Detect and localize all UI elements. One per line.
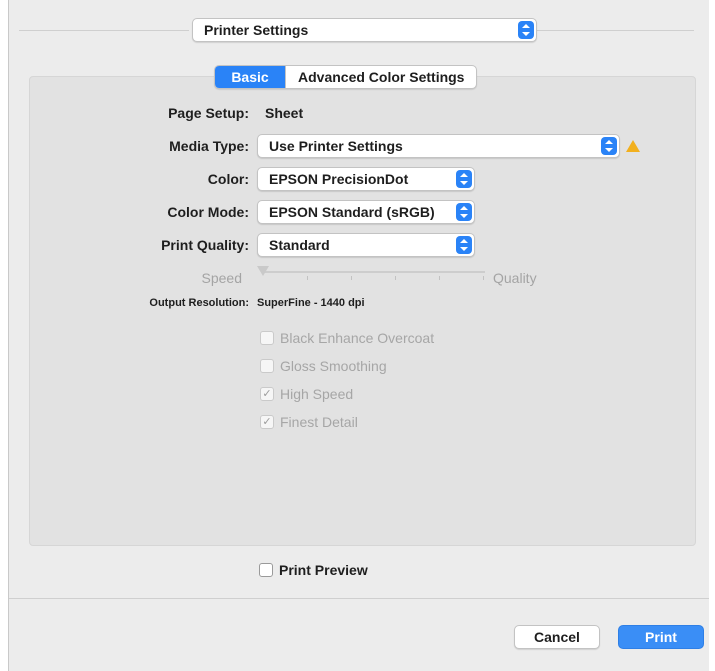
print-quality-value: Standard [269,237,330,253]
gloss-smoothing-checkbox[interactable]: Gloss Smoothing [260,358,387,374]
color-mode-label: Color Mode: [167,204,249,220]
tab-advanced-color-settings[interactable]: Advanced Color Settings [285,66,476,88]
checkbox-box [260,359,274,373]
media-type-popup[interactable]: Use Printer Settings [257,134,620,158]
checkbox-box [259,563,273,577]
checkbox-label: Finest Detail [280,414,358,430]
color-value: EPSON PrecisionDot [269,171,409,187]
color-label: Color: [207,171,249,187]
slider-tick [351,276,352,280]
page-setup-label: Page Setup: [168,105,249,121]
tab-basic[interactable]: Basic [215,66,285,88]
slider-tick [395,276,396,280]
color-popup[interactable]: EPSON PrecisionDot [257,167,475,191]
print-dialog: Printer Settings Basic Advanced Color Se… [8,0,709,671]
print-quality-label: Print Quality: [161,237,249,253]
color-mode-popup[interactable]: EPSON Standard (sRGB) [257,200,475,224]
popup-arrows-icon [456,203,472,221]
warning-triangle-icon [626,140,640,152]
page-setup-value: Sheet [265,105,304,121]
checkbox-label: Gloss Smoothing [280,358,387,374]
slider-thumb[interactable] [257,266,269,276]
printer-settings-label: Printer Settings [204,22,309,38]
finest-detail-checkbox[interactable]: ✓ Finest Detail [260,414,358,430]
print-quality-popup[interactable]: Standard [257,233,475,257]
popup-arrows-icon [456,236,472,254]
popup-arrows-icon [456,170,472,188]
bottom-separator [9,598,709,599]
top-separator-left [19,30,189,31]
slider-tick [483,276,484,280]
checkbox-label: High Speed [280,386,354,402]
media-type-value: Use Printer Settings [269,138,403,154]
quality-label: Quality [493,270,537,286]
color-mode-value: EPSON Standard (sRGB) [269,204,435,220]
top-separator-right [534,30,694,31]
slider-tick [439,276,440,280]
print-preview-label: Print Preview [279,562,368,578]
checkmark-icon: ✓ [260,415,274,429]
checkmark-icon: ✓ [260,387,274,401]
cancel-button[interactable]: Cancel [514,625,600,649]
checkbox-box [260,331,274,345]
high-speed-checkbox[interactable]: ✓ High Speed [260,386,353,402]
print-preview-checkbox[interactable]: Print Preview [259,562,368,578]
print-button[interactable]: Print [618,625,704,649]
black-enhance-overcoat-checkbox[interactable]: Black Enhance Overcoat [260,330,434,346]
speed-label: Speed [201,270,242,286]
media-type-label: Media Type: [169,138,249,154]
slider-tick [307,276,308,280]
checkbox-label: Black Enhance Overcoat [280,330,435,346]
output-resolution-label: Output Resolution: [149,297,249,309]
printer-settings-popup[interactable]: Printer Settings [192,18,537,42]
tab-bar: Basic Advanced Color Settings [214,65,478,89]
popup-arrows-icon [518,21,534,39]
popup-arrows-icon [601,137,617,155]
output-resolution-value: SuperFine - 1440 dpi [257,297,365,309]
slider-track [263,271,485,273]
